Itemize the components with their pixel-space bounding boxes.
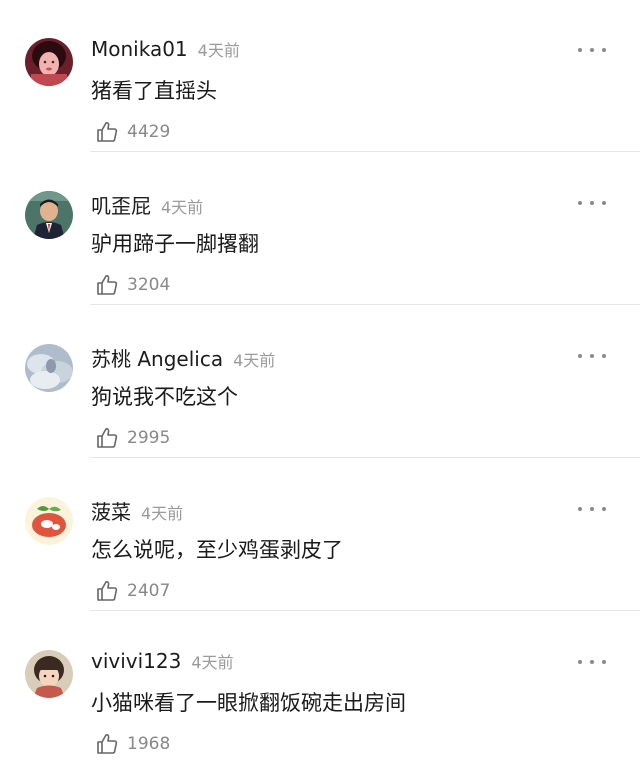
like-count: 3204 bbox=[127, 275, 171, 295]
more-dot bbox=[578, 48, 582, 52]
more-dot bbox=[578, 660, 582, 664]
thumbs-up-icon bbox=[97, 734, 118, 754]
more-dot bbox=[578, 354, 582, 358]
thumbs-up-icon bbox=[97, 122, 118, 142]
thumbs-up-icon bbox=[97, 581, 118, 601]
more-dot bbox=[602, 48, 606, 52]
clouds-avatar-icon bbox=[25, 344, 73, 392]
man-avatar-icon bbox=[25, 191, 73, 239]
comment-text: 驴用蹄子一脚撂翻 bbox=[91, 232, 259, 256]
username[interactable]: Monika01 bbox=[91, 37, 188, 61]
more-icon[interactable] bbox=[578, 40, 606, 60]
food-avatar-icon bbox=[25, 497, 73, 545]
divider bbox=[90, 610, 640, 611]
comment-item: vivivi123 4天前 小猫咪看了一眼掀翻饭碗走出房间 1968 bbox=[0, 612, 640, 764]
more-dot bbox=[578, 201, 582, 205]
comment-item: 叽歪屁 4天前 驴用蹄子一脚撂翻 3204 bbox=[0, 153, 640, 305]
more-dot bbox=[602, 354, 606, 358]
more-icon[interactable] bbox=[578, 652, 606, 672]
comment-header: vivivi123 4天前 bbox=[91, 649, 234, 677]
like-count: 2407 bbox=[127, 581, 171, 601]
like-count: 4429 bbox=[127, 122, 171, 142]
comment-item: 苏桃 Angelica 4天前 狗说我不吃这个 2995 bbox=[0, 306, 640, 458]
more-dot bbox=[590, 48, 594, 52]
username[interactable]: 菠菜 bbox=[91, 496, 131, 525]
like-button[interactable]: 2995 bbox=[95, 423, 170, 453]
more-icon[interactable] bbox=[578, 193, 606, 213]
more-dot bbox=[590, 660, 594, 664]
more-dot bbox=[590, 507, 594, 511]
comment-text: 怎么说呢，至少鸡蛋剥皮了 bbox=[91, 538, 343, 562]
comment-header: Monika01 4天前 bbox=[91, 37, 240, 65]
avatar[interactable] bbox=[25, 191, 73, 239]
like-button[interactable]: 1968 bbox=[95, 729, 170, 759]
timestamp: 4天前 bbox=[161, 198, 204, 217]
timestamp: 4天前 bbox=[141, 504, 184, 523]
username[interactable]: 苏桃 Angelica bbox=[91, 343, 223, 372]
more-dot bbox=[602, 660, 606, 664]
avatar[interactable] bbox=[25, 344, 73, 392]
comment-header: 菠菜 4天前 bbox=[91, 496, 183, 524]
more-dot bbox=[602, 201, 606, 205]
comment-text: 小猫咪看了一眼掀翻饭碗走出房间 bbox=[91, 691, 406, 715]
like-button[interactable]: 2407 bbox=[95, 576, 170, 606]
avatar[interactable] bbox=[25, 650, 73, 698]
girl-avatar-icon bbox=[25, 38, 73, 86]
like-count: 2995 bbox=[127, 428, 171, 448]
more-dot bbox=[590, 354, 594, 358]
avatar[interactable] bbox=[25, 38, 73, 86]
like-count: 1968 bbox=[127, 734, 171, 754]
more-icon[interactable] bbox=[578, 499, 606, 519]
username[interactable]: vivivi123 bbox=[91, 649, 181, 673]
more-dot bbox=[602, 507, 606, 511]
timestamp: 4天前 bbox=[233, 351, 276, 370]
anime-avatar-icon bbox=[25, 650, 73, 698]
comment-item: 菠菜 4天前 怎么说呢，至少鸡蛋剥皮了 2407 bbox=[0, 459, 640, 611]
avatar[interactable] bbox=[25, 497, 73, 545]
more-dot bbox=[590, 201, 594, 205]
divider bbox=[90, 304, 640, 305]
more-dot bbox=[578, 507, 582, 511]
thumbs-up-icon bbox=[97, 275, 118, 295]
comment-header: 叽歪屁 4天前 bbox=[91, 190, 203, 218]
comment-header: 苏桃 Angelica 4天前 bbox=[91, 343, 275, 371]
comment-text: 狗说我不吃这个 bbox=[91, 385, 238, 409]
username[interactable]: 叽歪屁 bbox=[91, 190, 151, 219]
comment-text: 猪看了直摇头 bbox=[91, 79, 217, 103]
thumbs-up-icon bbox=[97, 428, 118, 448]
like-button[interactable]: 3204 bbox=[95, 270, 170, 300]
divider bbox=[90, 151, 640, 152]
timestamp: 4天前 bbox=[197, 41, 240, 60]
more-icon[interactable] bbox=[578, 346, 606, 366]
divider bbox=[90, 457, 640, 458]
comment-item: Monika01 4天前 猪看了直摇头 4429 bbox=[0, 0, 640, 152]
timestamp: 4天前 bbox=[191, 653, 234, 672]
like-button[interactable]: 4429 bbox=[95, 117, 170, 147]
